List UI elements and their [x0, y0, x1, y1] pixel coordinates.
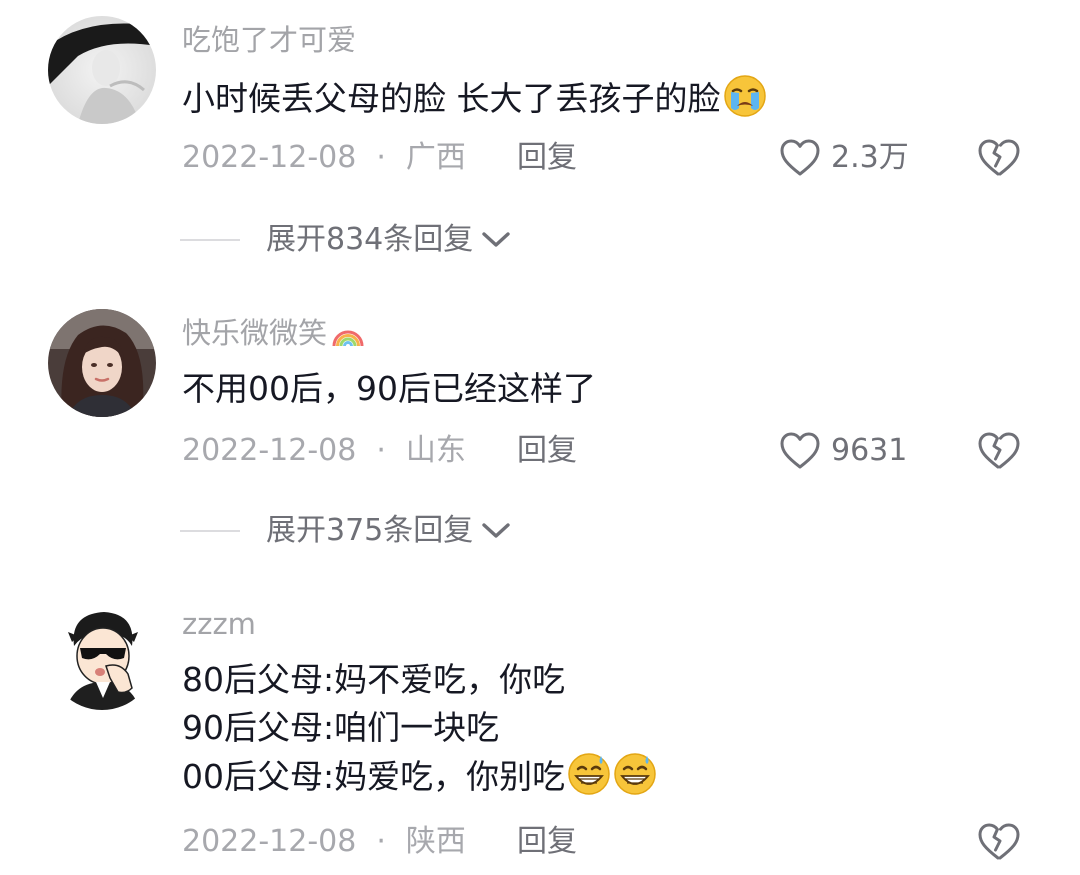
- like-count: 9631: [831, 433, 908, 468]
- avatar[interactable]: [48, 16, 156, 124]
- broken-heart-icon: [978, 823, 1020, 860]
- comment-location: 陕西: [405, 824, 466, 859]
- grinning-sweat-emoji: [568, 753, 610, 795]
- dislike-button[interactable]: [976, 820, 1020, 864]
- crying-face-emoji: [723, 75, 766, 117]
- like-button[interactable]: 9631: [779, 429, 907, 473]
- meta-separator: ·: [376, 140, 386, 175]
- comment-text: 90后父母:咱们一块吃: [182, 708, 500, 747]
- username-text: zzzm: [182, 607, 256, 641]
- grinning-sweat-emoji: [614, 753, 656, 795]
- comment-text: 00后父母:妈爱吃，你别吃: [182, 757, 566, 796]
- comment-item: zzzm 80后父母:妈不爱吃，你吃 90后父母:咱们一块吃 00后父母:妈爱吃…: [0, 590, 1080, 875]
- comment-meta: 2022-12-08 · 陕西: [182, 822, 466, 862]
- expand-replies-label: 展开834条回复: [266, 222, 474, 257]
- comment-item: 快乐微微笑 不用00后，90后已经这样了 2022-12-08 · 山东 回复 96…: [0, 295, 1080, 585]
- avatar[interactable]: [48, 309, 156, 417]
- comment-meta: 2022-12-08 · 山东: [182, 431, 466, 471]
- comment-content: 80后父母:妈不爱吃，你吃 90后父母:咱们一块吃 00后父母:妈爱吃，你别吃: [182, 656, 657, 801]
- avatar[interactable]: [48, 602, 156, 710]
- comment-username[interactable]: zzzm: [182, 606, 256, 642]
- reply-button[interactable]: 回复: [517, 431, 577, 471]
- dislike-button[interactable]: [976, 136, 1020, 180]
- comment-item: 吃饱了才可爱 小时候丢父母的脸 长大了丢孩子的脸 2022-12-08 · 广西 回…: [0, 0, 1080, 290]
- comment-text: 不用00后，90后已经这样了: [182, 369, 596, 408]
- comment-text: 小时候丢父母的脸 长大了丢孩子的脸: [182, 79, 721, 118]
- chevron-down-icon: [482, 523, 510, 538]
- rainbow-emoji: [332, 330, 364, 347]
- expand-replies-label: 展开375条回复: [266, 513, 474, 548]
- comment-location: 山东: [405, 433, 466, 468]
- comment-date: 2022-12-08: [182, 140, 357, 175]
- meta-separator: ·: [376, 433, 386, 468]
- comment-location: 广西: [405, 140, 466, 175]
- chevron-down-icon: [482, 232, 510, 247]
- expand-replies-button[interactable]: 展开375条回复: [180, 511, 511, 551]
- like-count: 2.3万: [831, 140, 909, 175]
- divider: [180, 239, 240, 241]
- comment-content: 小时候丢父母的脸 长大了丢孩子的脸: [182, 74, 767, 123]
- username-text: 快乐微微笑: [182, 316, 328, 350]
- expand-replies-button[interactable]: 展开834条回复: [180, 220, 511, 260]
- comment-username[interactable]: 吃饱了才可爱: [182, 22, 356, 58]
- comment-date: 2022-12-08: [182, 433, 357, 468]
- broken-heart-icon: [978, 139, 1020, 176]
- divider: [180, 530, 240, 532]
- broken-heart-icon: [978, 432, 1020, 469]
- comment-text: 80后父母:妈不爱吃，你吃: [182, 660, 566, 699]
- reply-button[interactable]: 回复: [517, 822, 577, 862]
- comment-meta: 2022-12-08 · 广西: [182, 138, 466, 178]
- comment-content: 不用00后，90后已经这样了: [182, 365, 596, 413]
- heart-outline-icon: [780, 139, 820, 176]
- dislike-button[interactable]: [976, 429, 1020, 473]
- meta-separator: ·: [376, 824, 386, 859]
- like-button[interactable]: 2.3万: [779, 136, 909, 180]
- comment-date: 2022-12-08: [182, 824, 357, 859]
- reply-button[interactable]: 回复: [517, 138, 577, 178]
- comment-username[interactable]: 快乐微微笑: [182, 315, 365, 352]
- heart-outline-icon: [780, 432, 820, 469]
- username-text: 吃饱了才可爱: [182, 23, 357, 57]
